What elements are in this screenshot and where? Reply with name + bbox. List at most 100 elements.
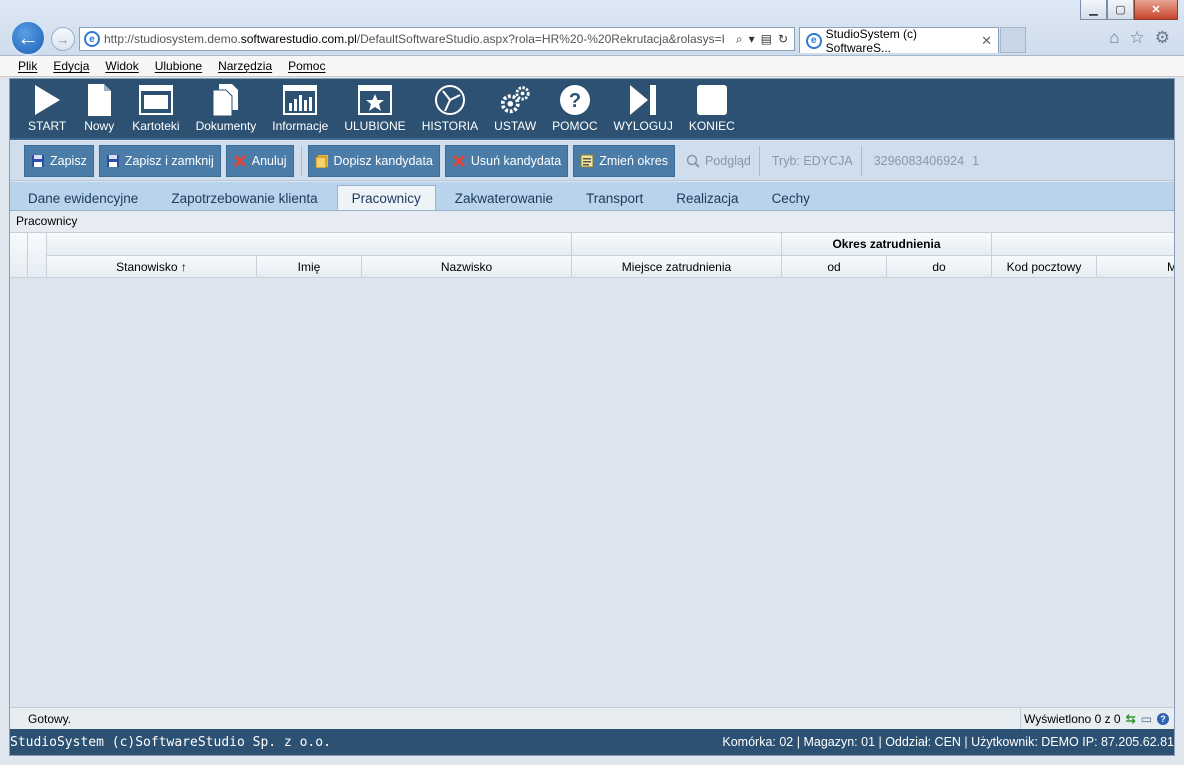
records-label: Kartoteki <box>132 119 180 133</box>
browser-tab[interactable]: e StudioSystem (c) SoftwareS... ✕ <box>799 26 999 55</box>
column-imie[interactable]: Imię <box>257 256 362 278</box>
tab-pracownicy[interactable]: Pracownicy <box>336 185 436 210</box>
forward-button[interactable]: → <box>51 27 75 51</box>
logout-button[interactable]: WYLOGUJ <box>606 79 681 138</box>
menu-ulubione[interactable]: Ulubione <box>155 59 202 73</box>
column-stanowisko[interactable]: Stanowisko ↑ <box>47 256 257 278</box>
main-toolbar: START Nowy Kartoteki Dokumenty Informacj… <box>10 79 1174 140</box>
compat-icon[interactable]: ▤ <box>761 32 772 47</box>
preview-button[interactable]: Podgląd <box>680 145 757 177</box>
tab-zakwaterowanie[interactable]: Zakwaterowanie <box>441 186 567 210</box>
url-domain: softwarestudio.com.pl <box>240 32 357 46</box>
column-kod-pocztowy[interactable]: Kod pocztowy <box>992 256 1097 278</box>
logout-icon <box>626 83 660 117</box>
minimize-icon[interactable]: ▁ <box>1080 0 1107 20</box>
refresh-icon[interactable]: ↻ <box>778 32 788 47</box>
search-icon[interactable]: ⌕ <box>736 32 743 47</box>
help-button[interactable]: ? POMOC <box>544 79 605 138</box>
remove-candidate-label: Usuń kandydata <box>470 153 562 168</box>
save-close-button[interactable]: Zapisz i zamknij <box>98 144 221 177</box>
window-icon <box>138 83 173 117</box>
tab-ie-icon: e <box>806 32 822 49</box>
column-od[interactable]: od <box>782 256 887 278</box>
cancel-button[interactable]: Anuluj <box>225 144 294 177</box>
remove-candidate-button[interactable]: Usuń kandydata <box>444 144 569 177</box>
help-circle-icon[interactable]: ? <box>1157 712 1169 725</box>
home-icon[interactable]: ⌂ <box>1109 28 1119 48</box>
grid-select-column[interactable] <box>28 233 47 278</box>
settings-button[interactable]: USTAW <box>486 79 544 138</box>
status-bar: Gotowy. Wyświetlono 0 z 0 ⇆ ▭ ? <box>10 707 1174 729</box>
help-label: POMOC <box>552 119 598 133</box>
logout-label: WYLOGUJ <box>613 119 673 133</box>
export-icon[interactable]: ▭ <box>1141 712 1152 726</box>
floppy-icon <box>31 154 45 168</box>
panel-title: Pracownicy <box>10 211 1174 233</box>
record-id: 3296083406924 <box>873 153 965 168</box>
history-button[interactable]: HISTORIA <box>414 79 486 138</box>
end-icon <box>695 83 729 117</box>
menu-edycja[interactable]: Edycja <box>53 59 89 73</box>
new-button[interactable]: Nowy <box>74 79 124 138</box>
save-button[interactable]: Zapisz <box>24 144 94 177</box>
column-nazwisko[interactable]: Nazwisko <box>362 256 572 278</box>
svg-text:?: ? <box>569 90 581 112</box>
tools-gear-icon[interactable]: ⚙ <box>1155 28 1170 48</box>
chart-icon <box>283 83 318 117</box>
change-period-button[interactable]: Zmień okres <box>573 144 675 177</box>
add-candidate-button[interactable]: Dopisz kandydata <box>307 144 440 177</box>
column-do[interactable]: do <box>887 256 992 278</box>
address-bar[interactable]: e http://studiosystem.demo.softwarestudi… <box>79 27 795 51</box>
footer-bar: StudioSystem (c)SoftwareStudio Sp. z o.o… <box>10 729 1174 755</box>
menu-pomoc[interactable]: Pomoc <box>288 59 325 73</box>
window-controls: ▁ ▢ ✕ <box>1080 0 1178 20</box>
tab-title: StudioSystem (c) SoftwareS... <box>825 26 918 55</box>
gears-icon <box>498 83 532 117</box>
info-button[interactable]: Informacje <box>264 79 336 138</box>
history-icon <box>433 83 467 117</box>
tab-realizacja[interactable]: Realizacja <box>662 186 752 210</box>
back-button[interactable]: ← <box>10 20 46 56</box>
records-button[interactable]: Kartoteki <box>124 79 187 138</box>
url-text: http://studiosystem.demo.softwarestudio.… <box>104 32 724 46</box>
new-label: Nowy <box>84 119 115 133</box>
menu-narzedzia[interactable]: Narzędzia <box>218 59 272 73</box>
play-icon <box>30 83 64 117</box>
star-icon <box>358 83 392 117</box>
refresh-green-icon[interactable]: ⇆ <box>1126 712 1136 726</box>
column-miejsce-zatrudnienia[interactable]: Miejsce zatrudnienia <box>572 256 782 278</box>
favorites-star-icon[interactable]: ☆ <box>1130 28 1145 48</box>
close-window-icon[interactable]: ✕ <box>1134 0 1178 20</box>
maximize-icon[interactable]: ▢ <box>1107 0 1134 20</box>
record-number: 1 <box>972 153 980 168</box>
history-label: HISTORIA <box>421 119 479 133</box>
start-button[interactable]: START <box>20 79 74 138</box>
preview-label: Podgląd <box>705 153 751 168</box>
menu-plik[interactable]: Plik <box>18 59 37 73</box>
settings-label: USTAW <box>494 119 537 133</box>
favorites-button[interactable]: ULUBIONE <box>336 79 413 138</box>
change-period-label: Zmień okres <box>599 153 668 168</box>
column-m[interactable]: M <box>1097 256 1174 278</box>
tab-transport[interactable]: Transport <box>572 186 657 210</box>
mode-indicator: Tryb: EDYCJA <box>771 153 853 168</box>
tab-close-icon[interactable]: ✕ <box>981 33 992 49</box>
tab-zapotrzebowanie-klienta[interactable]: Zapotrzebowanie klienta <box>157 186 331 210</box>
grid-row-header <box>10 233 28 278</box>
grid-group-blank-1 <box>47 233 572 256</box>
cancel-label: Anuluj <box>251 153 287 168</box>
end-button[interactable]: KONIEC <box>681 79 743 138</box>
add-document-icon <box>315 154 329 168</box>
tab-cechy[interactable]: Cechy <box>758 186 824 210</box>
app-window: START Nowy Kartoteki Dokumenty Informacj… <box>9 78 1175 756</box>
menu-widok[interactable]: Widok <box>105 59 138 73</box>
documents-button[interactable]: Dokumenty <box>188 79 265 138</box>
dropdown-icon[interactable]: ▾ <box>749 32 755 47</box>
new-tab-button[interactable] <box>1000 27 1026 53</box>
employees-panel: Pracownicy Okres zatrudnienia Stanowisko… <box>10 211 1174 707</box>
tab-dane-ewidencyjne[interactable]: Dane ewidencyjne <box>14 186 152 210</box>
save-close-label: Zapisz i zamknij <box>124 153 214 168</box>
ie-logo-icon: e <box>84 31 100 47</box>
url-prefix: http://studiosystem.demo. <box>104 32 241 46</box>
favorites-label: ULUBIONE <box>344 119 406 133</box>
